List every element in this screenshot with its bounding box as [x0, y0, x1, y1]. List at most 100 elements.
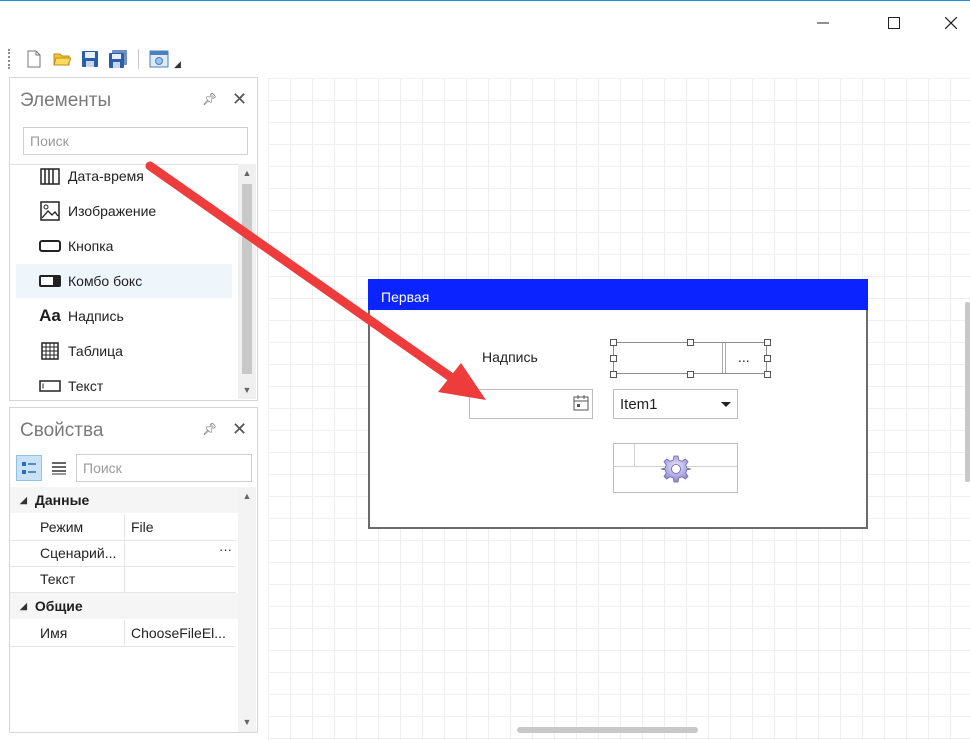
property-name: Режим: [40, 519, 84, 535]
resize-handle[interactable]: [764, 339, 771, 346]
save-all-button[interactable]: [107, 48, 129, 70]
scroll-down-icon[interactable]: ▼: [238, 713, 256, 731]
open-folder-button[interactable]: [51, 48, 73, 70]
open-folder-icon: [53, 53, 71, 66]
list-item-label: Изображение: [68, 203, 157, 219]
scroll-up-icon[interactable]: ▲: [238, 487, 256, 505]
resize-handle[interactable]: [687, 371, 694, 378]
preview-button[interactable]: [148, 48, 170, 70]
property-value[interactable]: ChooseFileEl...: [124, 620, 236, 646]
datetime-icon: [38, 165, 62, 188]
pin-icon[interactable]: 📌︎: [202, 92, 217, 106]
property-row-mode[interactable]: Режим File: [10, 514, 236, 541]
category-label: Данные: [34, 492, 90, 508]
categorized-icon: [22, 462, 36, 474]
more-options-button[interactable]: ···: [219, 542, 232, 557]
form-datetime-element[interactable]: [469, 389, 593, 419]
save-button[interactable]: [79, 48, 101, 70]
resize-handle[interactable]: [764, 371, 771, 378]
property-value[interactable]: [124, 566, 236, 592]
close-icon: [945, 17, 957, 29]
label-icon: Aa: [39, 306, 61, 325]
maximize-icon: [888, 17, 900, 29]
form-image-element[interactable]: [613, 443, 738, 493]
list-item-label: Таблица: [68, 343, 123, 359]
browse-button[interactable]: ...: [738, 349, 750, 365]
category-general[interactable]: ◢ Общие: [10, 593, 238, 619]
close-panel-button[interactable]: ✕: [232, 420, 247, 438]
resize-handle[interactable]: [764, 355, 771, 362]
form-title-bar[interactable]: Первая: [368, 279, 868, 310]
button-icon: [38, 234, 62, 258]
collapse-icon[interactable]: ◢: [20, 601, 27, 612]
collapse-icon[interactable]: ◢: [20, 495, 27, 506]
image-icon: [38, 199, 62, 223]
list-item-label-element[interactable]: Aa Надпись: [16, 299, 232, 333]
canvas-horizontal-scrollbar[interactable]: [517, 727, 698, 733]
window-top-border: [0, 0, 970, 1]
image-header-tick: [634, 444, 635, 466]
preview-icon: [149, 50, 169, 68]
alphabetical-view-button[interactable]: [46, 455, 72, 481]
properties-panel-title: Свойства: [20, 420, 104, 441]
resize-handle[interactable]: [687, 339, 694, 346]
textbox-icon: [38, 374, 62, 395]
canvas-vertical-scrollbar[interactable]: [965, 302, 970, 482]
categorized-view-button[interactable]: [16, 455, 42, 481]
property-row-name[interactable]: Имя ChooseFileEl...: [10, 620, 236, 647]
resize-handle[interactable]: [610, 371, 617, 378]
list-item-label: Текст: [68, 378, 104, 394]
category-label: Общие: [34, 598, 83, 614]
table-icon: [38, 339, 62, 363]
properties-panel: Свойства 📌︎ ✕ ◢ Данные Режим File Сценар…: [9, 407, 258, 733]
resize-handle[interactable]: [610, 339, 617, 346]
scrollbar-thumb[interactable]: [242, 184, 252, 374]
chevron-down-icon[interactable]: [721, 402, 731, 407]
toolbar-dropdown-icon[interactable]: ◢: [174, 59, 181, 70]
designer-form[interactable]: Первая Надпись ... Item1: [368, 279, 868, 529]
close-window-button[interactable]: [928, 8, 970, 38]
pin-icon[interactable]: 📌︎: [202, 422, 217, 436]
list-item-button[interactable]: Кнопка: [16, 229, 232, 263]
property-value[interactable]: ···: [124, 540, 236, 566]
list-item-combobox[interactable]: Комбо бокс: [16, 264, 232, 298]
new-document-button[interactable]: [23, 48, 45, 70]
combobox-value: Item1: [620, 396, 658, 413]
list-item-label: Кнопка: [68, 238, 114, 254]
scroll-up-icon[interactable]: ▲: [238, 164, 256, 182]
list-item-image[interactable]: Изображение: [16, 194, 232, 228]
maximize-button[interactable]: [871, 8, 917, 38]
elements-scrollbar[interactable]: ▲ ▼: [238, 164, 256, 399]
list-item-text[interactable]: Текст: [16, 369, 232, 395]
list-item-label: Комбо бокс: [68, 273, 143, 289]
new-document-icon: [27, 50, 41, 68]
toolbar-grip[interactable]: [8, 49, 13, 69]
calendar-icon[interactable]: [572, 394, 590, 417]
file-chooser-divider: [722, 343, 726, 373]
main-toolbar: ◢: [8, 46, 181, 72]
list-item-table[interactable]: Таблица: [16, 334, 232, 368]
category-data[interactable]: ◢ Данные: [10, 487, 238, 513]
elements-search-input[interactable]: [23, 127, 248, 155]
property-row-scenario[interactable]: Сценарий... ···: [10, 540, 236, 567]
property-value[interactable]: File: [124, 514, 236, 540]
properties-search-input[interactable]: [76, 454, 252, 482]
elements-panel: Элементы 📌︎ ✕ Дата-время Изображение Кно…: [9, 77, 258, 401]
minimize-button[interactable]: [800, 8, 846, 38]
scroll-down-icon[interactable]: ▼: [238, 381, 256, 399]
properties-scrollbar[interactable]: ▲ ▼: [238, 487, 256, 732]
property-name: Имя: [40, 625, 68, 641]
property-name: Текст: [40, 571, 76, 587]
resize-handle[interactable]: [610, 355, 617, 362]
form-label-element[interactable]: Надпись: [482, 349, 538, 365]
property-row-text[interactable]: Текст: [10, 566, 236, 593]
save-all-icon: [109, 50, 127, 68]
toolbar-separator: [138, 49, 139, 69]
list-icon: [52, 462, 66, 475]
list-item-datetime[interactable]: Дата-время: [16, 165, 232, 193]
properties-toolbar: [16, 454, 252, 482]
form-file-chooser-element[interactable]: ...: [613, 342, 767, 374]
close-panel-button[interactable]: ✕: [232, 90, 247, 108]
form-combobox-element[interactable]: Item1: [613, 389, 738, 419]
elements-panel-title: Элементы: [20, 90, 112, 111]
